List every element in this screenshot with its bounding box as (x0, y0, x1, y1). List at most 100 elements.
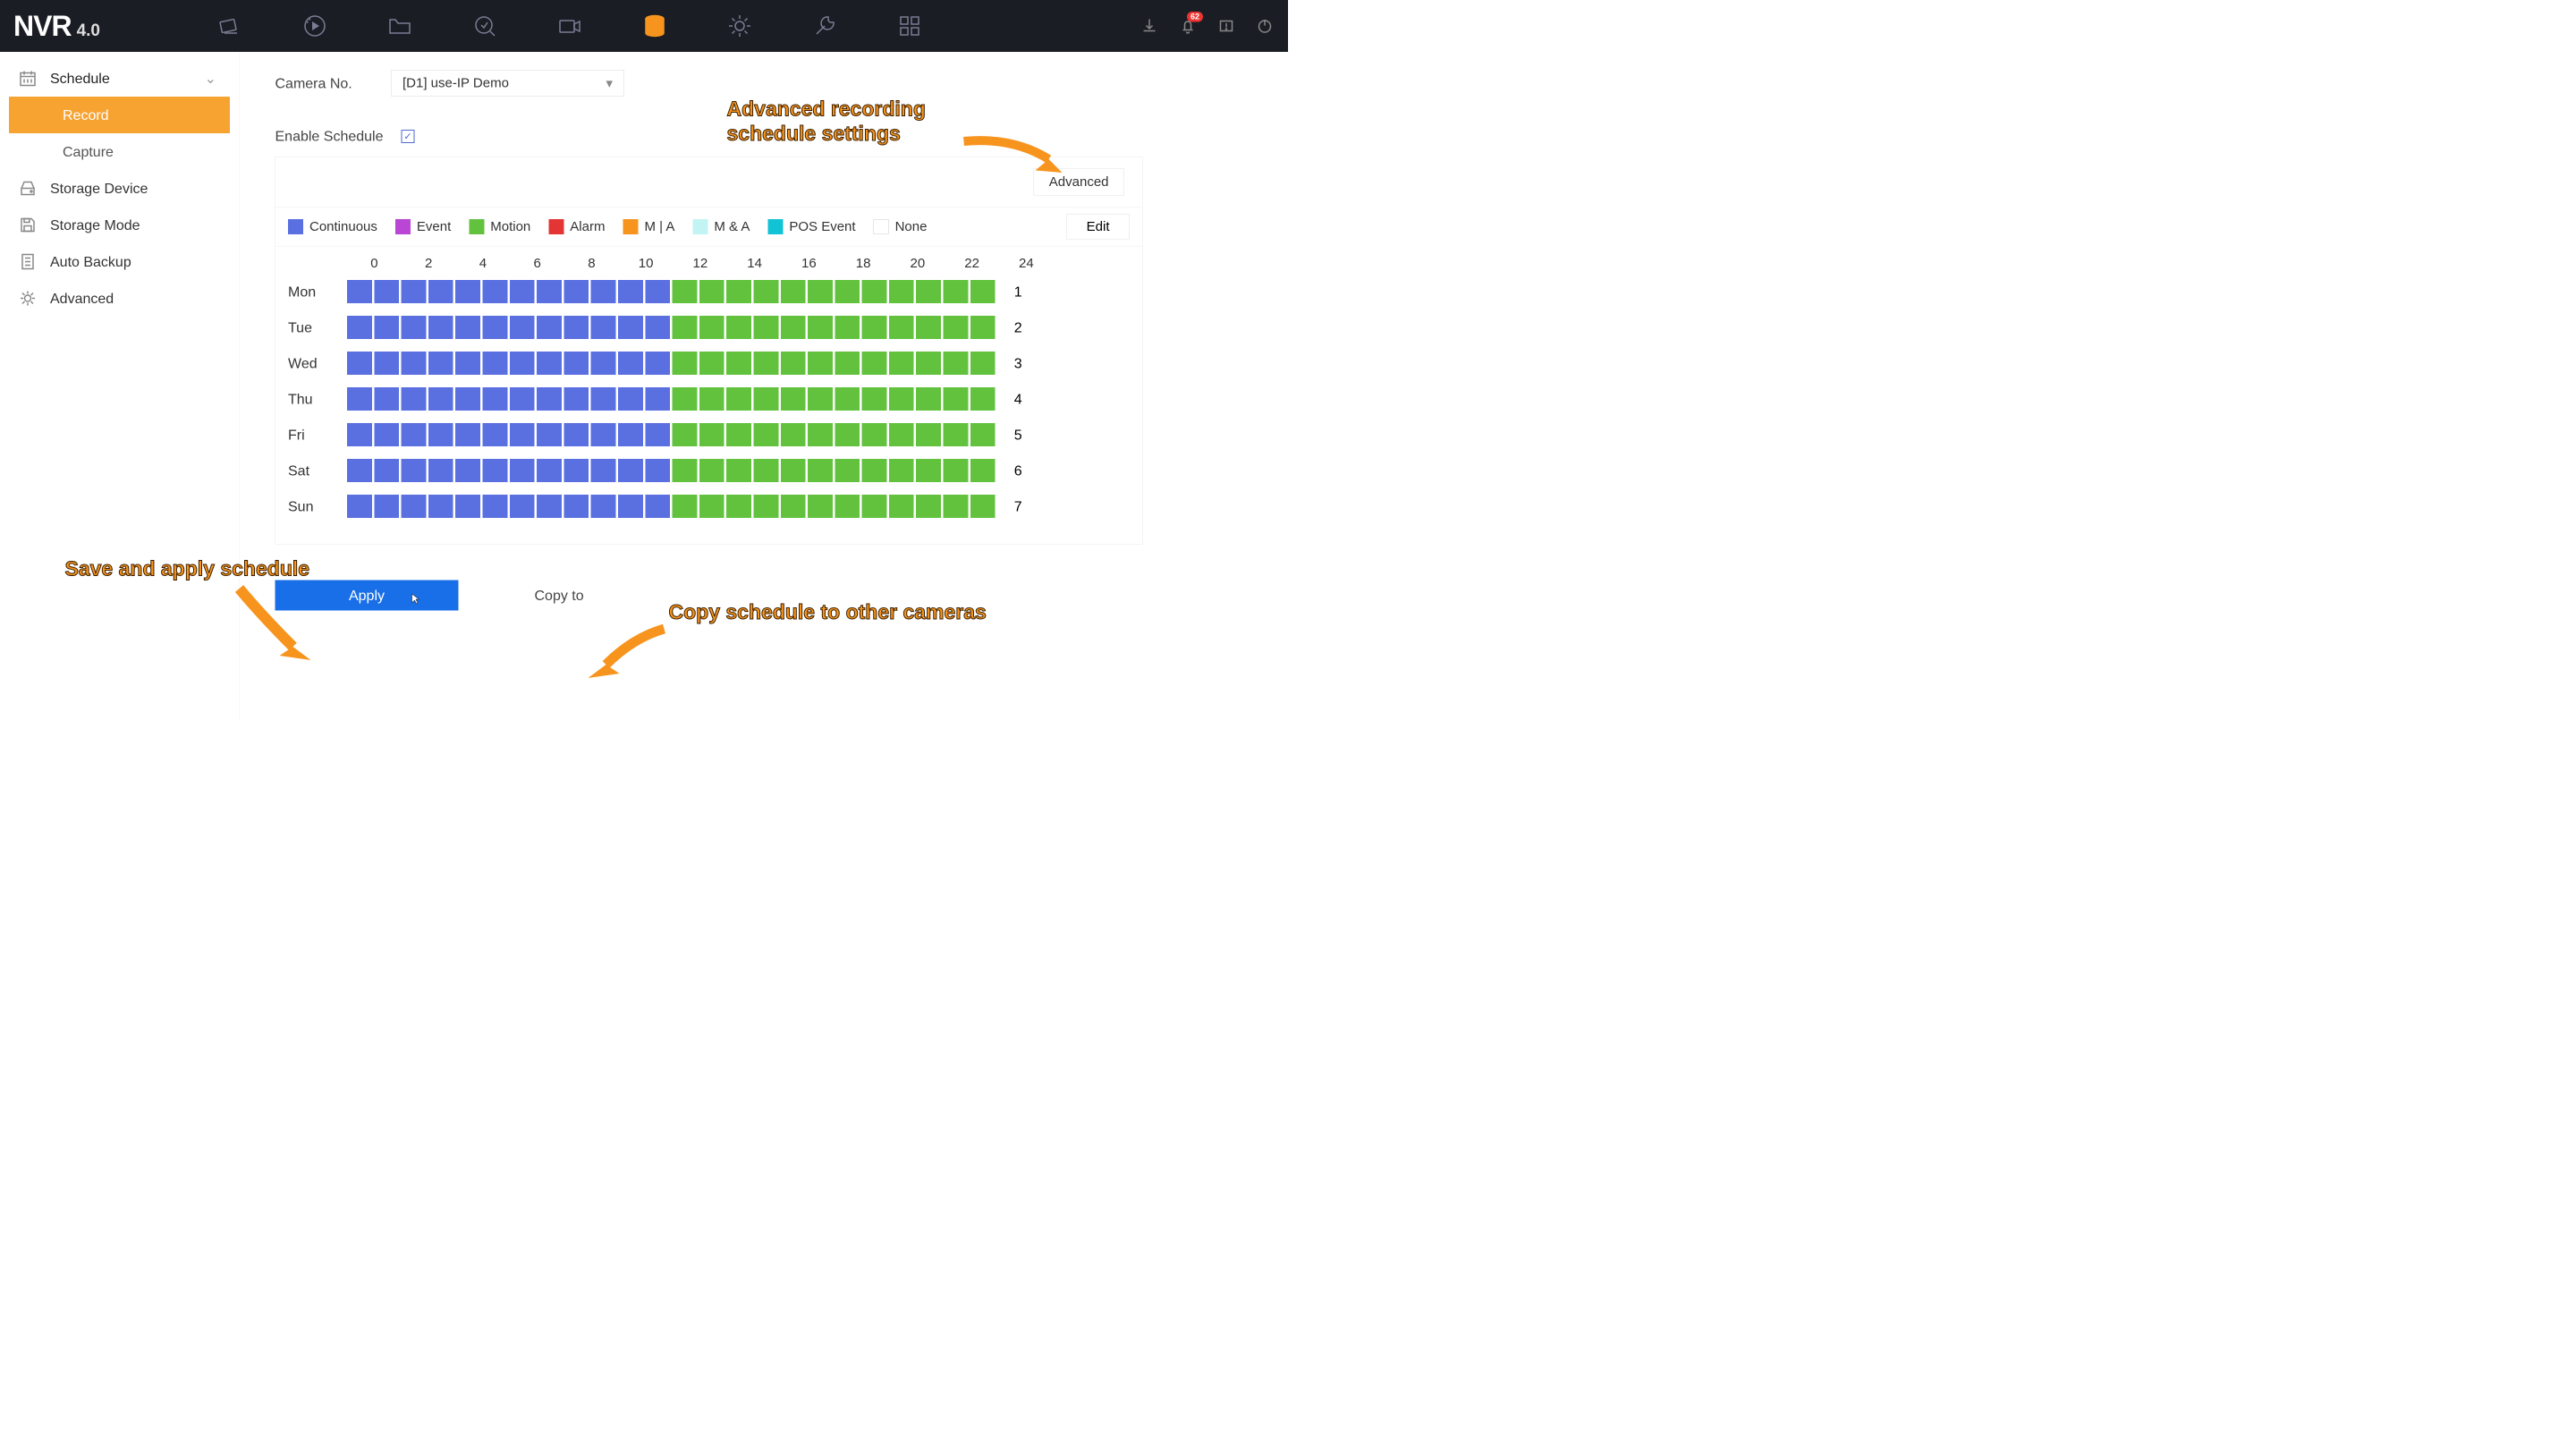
download-icon[interactable] (1140, 16, 1159, 36)
schedule-cell[interactable] (753, 387, 778, 411)
schedule-cell[interactable] (618, 423, 643, 446)
schedule-cell[interactable] (645, 387, 670, 411)
schedule-cell[interactable] (402, 280, 427, 303)
power-icon[interactable] (1255, 16, 1275, 36)
schedule-cell[interactable] (645, 280, 670, 303)
schedule-cell[interactable] (944, 387, 969, 411)
schedule-cell[interactable] (889, 352, 914, 375)
schedule-cell[interactable] (970, 495, 996, 518)
schedule-cell[interactable] (591, 387, 616, 411)
schedule-cell[interactable] (537, 423, 562, 446)
apply-button[interactable]: Apply (275, 581, 459, 611)
playback-icon[interactable] (301, 13, 328, 39)
schedule-cell[interactable] (808, 352, 833, 375)
schedule-cell[interactable] (781, 316, 806, 339)
schedule-cell[interactable] (482, 316, 507, 339)
camera-select[interactable]: [D1] use-IP Demo ▾ (392, 70, 624, 97)
schedule-cell[interactable] (673, 495, 698, 518)
schedule-cell[interactable] (591, 495, 616, 518)
schedule-cell[interactable] (402, 316, 427, 339)
schedule-cell[interactable] (402, 423, 427, 446)
maintenance-icon[interactable] (811, 13, 838, 39)
schedule-cell[interactable] (374, 495, 399, 518)
schedule-cell[interactable] (970, 387, 996, 411)
schedule-cell[interactable] (645, 459, 670, 482)
legend-manda[interactable]: M & A (692, 219, 750, 234)
schedule-cell[interactable] (645, 495, 670, 518)
schedule-cell[interactable] (510, 387, 535, 411)
schedule-cell[interactable] (889, 495, 914, 518)
schedule-cell[interactable] (537, 316, 562, 339)
schedule-cell[interactable] (591, 459, 616, 482)
schedule-cell[interactable] (537, 352, 562, 375)
enable-schedule-checkbox[interactable] (401, 130, 414, 143)
day-bar[interactable] (347, 280, 996, 303)
schedule-cell[interactable] (835, 352, 860, 375)
schedule-cell[interactable] (347, 459, 372, 482)
schedule-cell[interactable] (455, 423, 480, 446)
schedule-cell[interactable] (591, 423, 616, 446)
schedule-cell[interactable] (944, 495, 969, 518)
schedule-cell[interactable] (808, 316, 833, 339)
legend-motion[interactable]: Motion (469, 219, 530, 234)
schedule-cell[interactable] (862, 495, 887, 518)
schedule-cell[interactable] (428, 316, 453, 339)
schedule-cell[interactable] (510, 459, 535, 482)
schedule-cell[interactable] (374, 423, 399, 446)
schedule-cell[interactable] (510, 316, 535, 339)
schedule-cell[interactable] (374, 352, 399, 375)
schedule-cell[interactable] (916, 495, 941, 518)
grid-icon[interactable] (896, 13, 923, 39)
day-bar[interactable] (347, 316, 996, 339)
schedule-cell[interactable] (753, 459, 778, 482)
schedule-cell[interactable] (645, 316, 670, 339)
sidebar-item-record[interactable]: Record (9, 97, 230, 133)
schedule-cell[interactable] (970, 423, 996, 446)
schedule-cell[interactable] (726, 387, 751, 411)
sidebar-item-schedule[interactable]: Schedule ⌄ (0, 60, 239, 97)
schedule-cell[interactable] (482, 387, 507, 411)
camera-icon[interactable] (556, 13, 583, 39)
schedule-cell[interactable] (428, 423, 453, 446)
schedule-cell[interactable] (916, 280, 941, 303)
schedule-cell[interactable] (781, 423, 806, 446)
schedule-cell[interactable] (455, 352, 480, 375)
schedule-cell[interactable] (564, 316, 589, 339)
advanced-button[interactable]: Advanced (1033, 169, 1124, 196)
schedule-cell[interactable] (482, 459, 507, 482)
schedule-cell[interactable] (944, 352, 969, 375)
schedule-cell[interactable] (944, 459, 969, 482)
schedule-cell[interactable] (916, 387, 941, 411)
schedule-cell[interactable] (482, 423, 507, 446)
schedule-cell[interactable] (944, 423, 969, 446)
schedule-cell[interactable] (374, 316, 399, 339)
schedule-cell[interactable] (753, 352, 778, 375)
schedule-cell[interactable] (673, 387, 698, 411)
legend-event[interactable]: Event (395, 219, 451, 234)
schedule-cell[interactable] (402, 387, 427, 411)
alarm-bell-icon[interactable]: 62 (1178, 16, 1198, 36)
legend-alarm[interactable]: Alarm (548, 219, 605, 234)
day-bar[interactable] (347, 352, 996, 375)
schedule-cell[interactable] (889, 387, 914, 411)
schedule-cell[interactable] (970, 280, 996, 303)
sidebar-item-capture[interactable]: Capture (0, 133, 239, 170)
schedule-cell[interactable] (347, 352, 372, 375)
schedule-cell[interactable] (428, 280, 453, 303)
schedule-cell[interactable] (916, 316, 941, 339)
schedule-cell[interactable] (726, 316, 751, 339)
schedule-cell[interactable] (618, 316, 643, 339)
schedule-cell[interactable] (699, 459, 724, 482)
schedule-cell[interactable] (347, 280, 372, 303)
copy-to-button[interactable]: Copy to (535, 587, 584, 604)
schedule-cell[interactable] (510, 352, 535, 375)
schedule-cell[interactable] (455, 459, 480, 482)
schedule-cell[interactable] (510, 423, 535, 446)
schedule-cell[interactable] (753, 423, 778, 446)
schedule-cell[interactable] (645, 423, 670, 446)
schedule-cell[interactable] (402, 352, 427, 375)
schedule-cell[interactable] (808, 459, 833, 482)
schedule-cell[interactable] (455, 387, 480, 411)
schedule-cell[interactable] (347, 495, 372, 518)
schedule-cell[interactable] (618, 280, 643, 303)
